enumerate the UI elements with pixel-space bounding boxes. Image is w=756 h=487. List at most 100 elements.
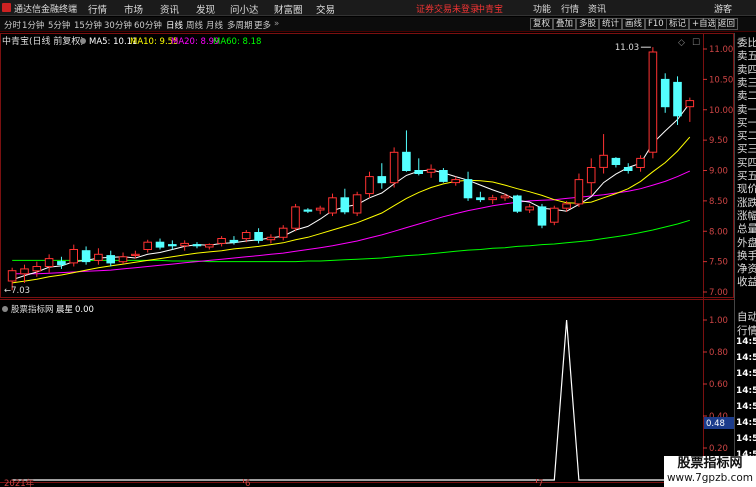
auto-label[interactable]: 自动 — [737, 309, 756, 324]
candle-body-down — [463, 179, 473, 199]
candle-body-up — [451, 179, 460, 184]
candle-body-up — [365, 176, 374, 195]
candle-body-down — [623, 167, 633, 171]
y-tick-label: 11.00 — [709, 45, 733, 55]
candle-body-up — [574, 179, 584, 205]
candle — [426, 164, 436, 178]
candle — [69, 244, 79, 267]
candle — [623, 163, 633, 174]
candle — [106, 250, 116, 267]
menu-quotes[interactable]: 行情 — [88, 2, 107, 16]
chart-area[interactable]: 中青宝(日线 前复权) MA5: 10.11 MA10: 9.55 MA20: … — [0, 33, 734, 487]
multi-stock-button[interactable]: 多股 — [576, 18, 600, 30]
candle-body-down — [168, 244, 177, 247]
candle-body-up — [118, 256, 128, 263]
candle — [636, 155, 645, 172]
tick-time: 14:56 — [736, 434, 756, 445]
menu-function[interactable]: 功能 — [533, 2, 551, 15]
candle — [500, 193, 510, 201]
candle — [550, 205, 559, 226]
mark-button[interactable]: 标记 — [666, 18, 690, 30]
candle-body-down — [673, 81, 682, 117]
menu-market[interactable]: 市场 — [124, 2, 143, 16]
tick-time: 14:56 — [736, 353, 756, 364]
candle-body-up — [636, 157, 645, 169]
indicator-tick-label: 0.20 — [709, 444, 728, 454]
period-15min[interactable]: 15分钟 — [74, 19, 102, 31]
indicator-y-axis: 1.000.800.600.400.20 — [703, 316, 728, 454]
candle — [328, 193, 337, 217]
draw-line-button[interactable]: 画线 — [622, 18, 646, 30]
period-60min[interactable]: 60分钟 — [134, 19, 162, 31]
period-multi[interactable]: 多周期 — [227, 19, 253, 31]
menu-trade[interactable]: 交易 — [316, 2, 335, 16]
menu-news[interactable]: 资讯 — [160, 2, 179, 16]
candle — [463, 171, 473, 201]
menu-info-right[interactable]: 资讯 — [588, 2, 606, 15]
candle-body-up — [599, 154, 608, 168]
quote-label[interactable]: 行情 — [737, 323, 756, 338]
period-daily[interactable]: 日线 — [166, 19, 183, 31]
login-notice[interactable]: 证券交易未登录 — [416, 2, 479, 15]
candle-body-up — [315, 207, 325, 211]
menu-discover[interactable]: 发现 — [196, 2, 215, 16]
overlay-button[interactable]: 叠加 — [553, 18, 577, 30]
tick-time: 14:56 — [736, 385, 756, 396]
statistics-button[interactable]: 统计 — [599, 18, 623, 30]
candle-body-down — [254, 232, 263, 241]
period-intraday[interactable]: 分时 — [4, 19, 21, 31]
candle — [513, 194, 522, 214]
quote-field-label: 收益 — [737, 276, 756, 289]
period-1min[interactable]: 1分钟 — [22, 19, 44, 31]
candle-body-down — [340, 197, 350, 213]
current-stock-name: 中青宝 — [476, 5, 504, 15]
menu-quote-right[interactable]: 行情 — [561, 2, 579, 15]
menu-ask-xiaoda[interactable]: 问小达 — [230, 2, 259, 16]
candle-body-down — [229, 239, 239, 243]
menu-wealth-circle[interactable]: 财富圈 — [274, 2, 303, 16]
x-label-year: 2021年 — [4, 478, 35, 487]
candle — [168, 240, 177, 250]
y-tick-label: 10.50 — [709, 75, 733, 85]
candle — [143, 239, 152, 253]
candle-body-up — [205, 244, 214, 248]
y-tick-label: 7.50 — [709, 258, 728, 268]
candle — [377, 163, 387, 189]
period-30min[interactable]: 30分钟 — [104, 19, 132, 31]
f10-button[interactable]: F10 — [645, 18, 667, 30]
period-more[interactable]: 更多 — [254, 19, 271, 31]
candle — [365, 171, 374, 198]
candle-body-down — [155, 241, 165, 248]
indicator-tick-label: 0.60 — [709, 380, 728, 390]
period-5min[interactable]: 5分钟 — [48, 19, 70, 31]
candle-body-up — [389, 151, 399, 184]
candle-body-up — [131, 253, 140, 257]
candle — [32, 261, 42, 277]
app-logo-icon — [2, 3, 11, 12]
period-monthly[interactable]: 月线 — [206, 19, 223, 31]
candle-body-down — [303, 209, 313, 212]
more-arrow-icon[interactable]: » — [274, 19, 279, 29]
candle — [94, 248, 103, 265]
x-label-jun: 6 — [245, 479, 250, 487]
restore-rights-button[interactable]: 复权 — [530, 18, 554, 30]
period-weekly[interactable]: 周线 — [186, 19, 203, 31]
x-label-jul: 7 — [538, 479, 543, 487]
candle-body-down — [192, 244, 202, 247]
candle — [340, 188, 350, 215]
candle — [611, 157, 621, 168]
candle — [81, 246, 91, 265]
tick-time: 14:56 — [736, 369, 756, 380]
candle-body-up — [20, 268, 29, 275]
tick-time: 14:56 — [736, 337, 756, 347]
back-button[interactable]: 返回 — [715, 18, 739, 30]
candlestick-series — [7, 47, 695, 291]
candle — [537, 203, 547, 229]
ma60-legend: MA60: 8.18 — [213, 37, 261, 47]
candle-body-up — [32, 266, 42, 272]
indicator-current-value: 0.48 — [706, 419, 725, 429]
candle — [266, 234, 276, 244]
candle-body-up — [550, 207, 559, 223]
candle-body-up — [143, 241, 152, 250]
menu-guest[interactable]: 游客 — [714, 2, 732, 15]
